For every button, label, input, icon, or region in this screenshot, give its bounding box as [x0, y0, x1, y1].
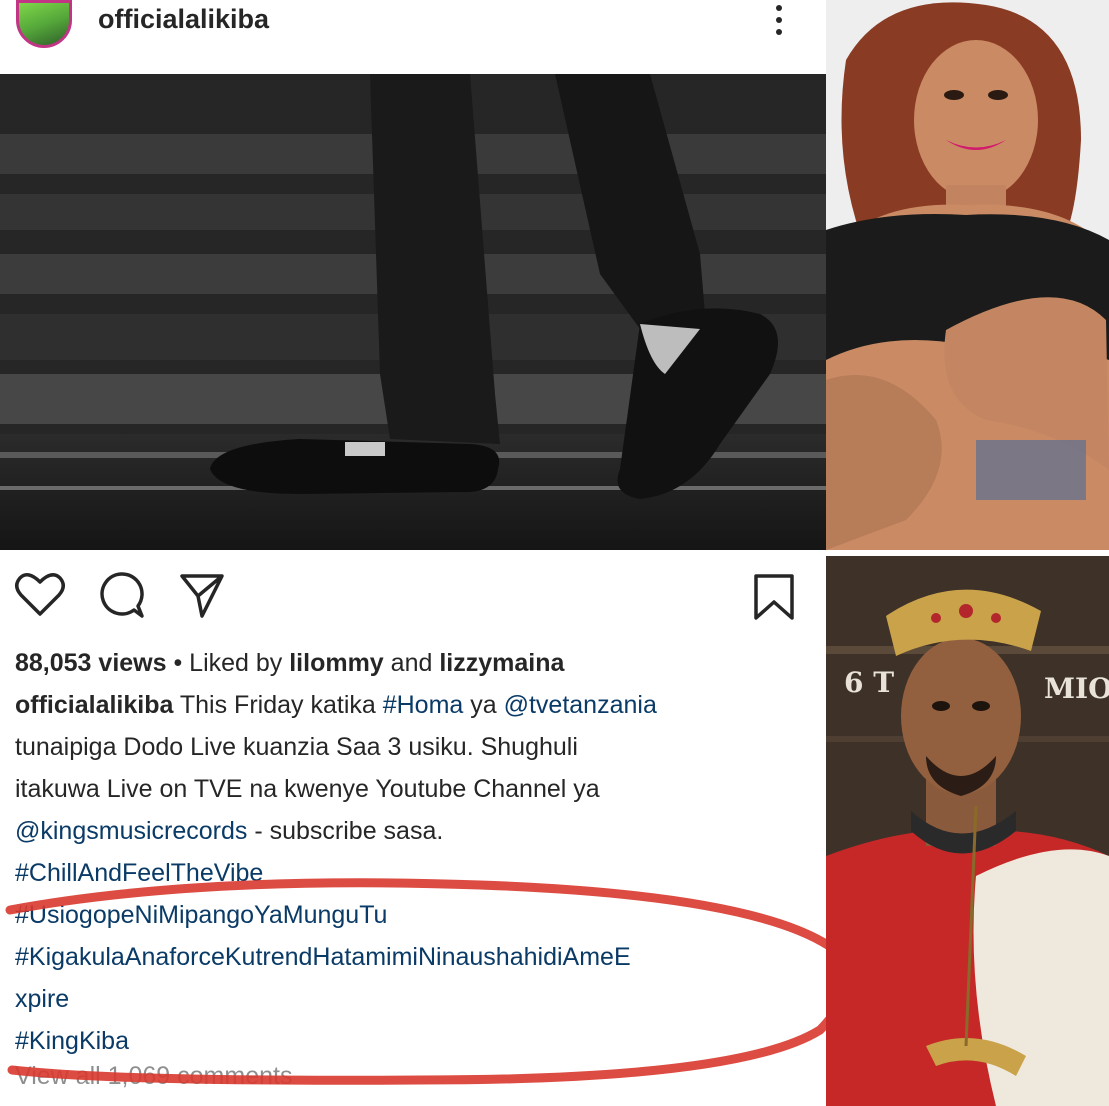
more-vertical-icon[interactable] [770, 2, 788, 38]
bookmark-icon[interactable] [752, 572, 796, 622]
heart-icon[interactable] [14, 570, 66, 618]
caption-author[interactable]: officialalikiba [15, 691, 173, 719]
caption-line: officialalikiba This Friday katika #Homa… [15, 684, 815, 726]
hashtag-link[interactable]: #KigakulaAnaforceKutrendHatamimiNinausha… [15, 936, 815, 978]
hashtag-link[interactable]: #Homa [383, 691, 464, 719]
caption-text: itakuwa Live on TVE na kwenye Youtube Ch… [15, 775, 600, 803]
caption-text: ya [463, 691, 504, 719]
mention-link[interactable]: @tvetanzania [504, 691, 657, 719]
hashtag-link[interactable]: #ChillAndFeelTheVibe [15, 852, 815, 894]
stats-separator: • [166, 649, 190, 677]
view-count[interactable]: 88,053 views [15, 649, 167, 677]
post-header: officialalikiba [0, 0, 826, 74]
caption-text: - subscribe sasa. [247, 817, 444, 845]
liked-by-prefix: Liked by [189, 649, 290, 677]
post-details: 88,053 views • Liked by lilommy and lizz… [15, 642, 815, 1088]
comment-icon[interactable] [96, 570, 146, 620]
mention-link[interactable]: @kingsmusicrecords [15, 817, 247, 845]
liked-user-link[interactable]: lilommy [289, 649, 383, 677]
post-actions [0, 560, 826, 630]
wall-text: MIO [1044, 672, 1109, 705]
hashtag-link[interactable]: xpire [15, 978, 815, 1020]
liked-user-link[interactable]: lizzymaina [439, 649, 564, 677]
man-photo-illustration [826, 556, 1109, 1106]
caption-line: @kingsmusicrecords - subscribe sasa. [15, 810, 815, 852]
hashtag-link[interactable]: #KingKiba [15, 1020, 815, 1062]
caption-text: This Friday katika [173, 691, 383, 719]
stats-line: 88,053 views • Liked by lilommy and lizz… [15, 642, 815, 684]
caption-text: tunaipiga Dodo Live kuanzia Saa 3 usiku.… [15, 733, 578, 761]
send-icon[interactable] [178, 570, 226, 620]
post-username[interactable]: officialalikiba [98, 4, 269, 35]
post-video[interactable] [0, 74, 826, 550]
instagram-post: officialalikiba 88,053 views • Liked by … [0, 0, 826, 1106]
liked-and: and [383, 649, 440, 677]
woman-photo-illustration [826, 0, 1109, 550]
view-comments-link[interactable]: View all 1,069 comments [15, 1062, 815, 1088]
video-frame-illustration [0, 74, 826, 550]
man-photo: 6 T MIO [826, 556, 1109, 1106]
woman-photo [826, 0, 1109, 550]
avatar[interactable] [16, 0, 72, 48]
wall-text: 6 T [844, 666, 895, 699]
hashtag-link[interactable]: #UsiogopeNiMipangoYaMunguTu [15, 894, 815, 936]
